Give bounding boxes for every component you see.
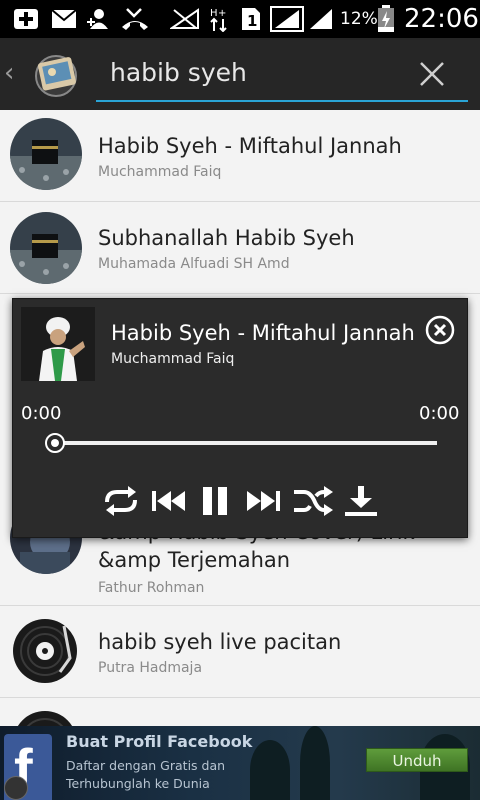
- add-icon: [12, 6, 40, 32]
- back-chevron-icon[interactable]: ‹: [4, 58, 14, 88]
- seek-bar[interactable]: [53, 441, 437, 445]
- search-action-bar: ‹ habib syeh: [0, 38, 480, 110]
- previous-button[interactable]: [149, 483, 189, 519]
- repeat-icon: [105, 486, 137, 516]
- ad-description-line1: Daftar dengan Gratis dan: [66, 758, 226, 773]
- ad-title: Buat Profil Facebook: [66, 732, 253, 751]
- pause-icon: [203, 487, 227, 515]
- ad-background-trees: [300, 726, 330, 800]
- svg-text:1: 1: [247, 12, 257, 30]
- close-player-button[interactable]: [425, 315, 455, 345]
- total-time: 0:00: [419, 403, 460, 424]
- vinyl-record-icon: [12, 618, 78, 684]
- list-item-artist: Muchammad Faiq: [98, 164, 222, 180]
- shuffle-icon: [294, 486, 333, 516]
- vinyl-record-icon: [12, 710, 78, 726]
- shuffle-button[interactable]: [291, 483, 335, 519]
- list-item-title: habib syeh live pacitan: [98, 630, 342, 654]
- search-input[interactable]: habib syeh: [110, 58, 247, 87]
- notification-dot-icon: [4, 776, 28, 800]
- now-playing-title: Habib Syeh - Miftahul Jannah: [111, 321, 415, 345]
- clock: 22:06: [404, 4, 479, 34]
- list-item-title: Habib Syeh - Miftahul Jannah: [98, 134, 402, 158]
- list-item-artist: Muhamada Alfuadi SH Amd: [98, 256, 290, 272]
- signal-icon: [308, 6, 334, 32]
- previous-icon: [152, 491, 185, 511]
- battery-charging-icon: [376, 5, 396, 32]
- clear-search-button[interactable]: [418, 60, 446, 88]
- elapsed-time: 0:00: [21, 403, 62, 424]
- ad-description-line2: Terhubunglah ke Dunia: [66, 776, 210, 791]
- missed-call-icon: [120, 6, 150, 32]
- mail-icon: [50, 6, 78, 32]
- status-bar: H + 1 12% 22:06: [0, 0, 480, 38]
- ad-background-trees: [250, 740, 290, 800]
- signal-icon: [270, 6, 304, 32]
- search-field[interactable]: habib syeh: [96, 52, 468, 102]
- sim-1-icon: 1: [240, 6, 262, 32]
- download-icon: [345, 486, 377, 516]
- next-button[interactable]: [243, 483, 283, 519]
- list-item-title: Subhanallah Habib Syeh: [98, 226, 355, 250]
- no-signal-icon: [170, 6, 200, 32]
- album-art: [21, 307, 95, 381]
- data-arrows-icon: H +: [208, 6, 230, 32]
- list-item[interactable]: habib syeh live pacitan Putra Hadmaja: [0, 606, 480, 698]
- list-item-artist: Fathur Rohman: [98, 580, 205, 596]
- now-playing-artist: Muchammad Faiq: [111, 351, 235, 367]
- facebook-ad-banner[interactable]: f Buat Profil Facebook Daftar dengan Gra…: [0, 726, 480, 800]
- list-item[interactable]: [0, 698, 480, 726]
- kaaba-thumbnail: [10, 212, 82, 284]
- list-item-title-line2: &amp Terjemahan: [98, 548, 291, 572]
- next-icon: [247, 491, 280, 511]
- add-contact-icon: [86, 6, 112, 32]
- list-item[interactable]: Subhanallah Habib Syeh Muhamada Alfuadi …: [0, 202, 480, 294]
- svg-text:+: +: [218, 8, 226, 19]
- seek-thumb[interactable]: [45, 433, 65, 453]
- repeat-button[interactable]: [99, 483, 143, 519]
- list-item[interactable]: Habib Syeh - Miftahul Jannah Muchammad F…: [0, 110, 480, 202]
- svg-text:H: H: [210, 8, 218, 19]
- pause-button[interactable]: [197, 483, 233, 519]
- download-button[interactable]: [341, 483, 381, 519]
- battery-percent: 12%: [340, 9, 378, 29]
- ad-download-button[interactable]: Unduh: [366, 748, 468, 772]
- app-logo[interactable]: [32, 52, 80, 98]
- list-item-artist: Putra Hadmaja: [98, 660, 203, 676]
- kaaba-thumbnail: [10, 118, 82, 190]
- mini-player-dialog: Habib Syeh - Miftahul Jannah Muchammad F…: [12, 298, 468, 538]
